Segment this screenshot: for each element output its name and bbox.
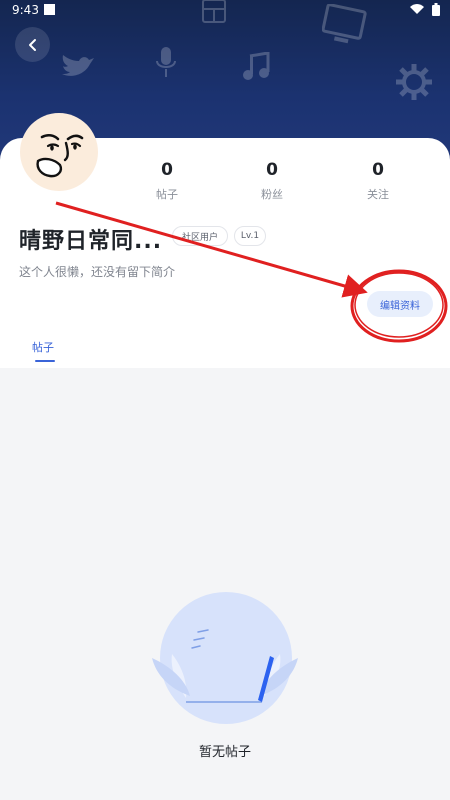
empty-state-text: 暂无帖子 [198,745,251,760]
community-user-badge: 社区用户 [172,226,228,246]
stat-followers[interactable]: 0 粉丝 [232,160,312,202]
status-bar: 9:43 [0,0,450,22]
edit-profile-button[interactable]: 编辑资料 [367,291,433,317]
stat-following-label: 关注 [367,188,389,201]
stat-posts-label: 帖子 [156,188,178,201]
bird-decor-icon [62,55,94,76]
back-arrow-icon [28,38,36,51]
stat-following[interactable]: 0 关注 [338,160,418,202]
notification-square-icon [44,4,55,15]
cartoon-face-avatar-image [36,133,84,178]
stat-posts-value: 0 [161,160,173,180]
empty-posts-illustration [152,592,298,724]
status-time: 9:43 [12,3,39,17]
stat-posts[interactable]: 0 帖子 [127,160,207,202]
tab-active-indicator [35,360,55,362]
stat-following-value: 0 [372,160,384,180]
music-note-decor-icon [243,52,270,80]
avatar[interactable] [20,113,98,191]
profile-bio: 这个人很懒，还没有留下简介 [19,265,176,279]
wifi-icon [410,4,424,14]
battery-icon [432,3,440,16]
stat-followers-value: 0 [266,160,278,180]
microphone-decor-icon [156,47,176,77]
tab-posts[interactable]: 帖子 [32,339,54,355]
gear-decor-icon [396,64,432,100]
level-badge: Lv.1 [234,226,266,246]
stat-followers-label: 粉丝 [261,188,283,201]
back-button[interactable] [15,27,50,62]
username: 晴野日常同... [19,229,163,254]
